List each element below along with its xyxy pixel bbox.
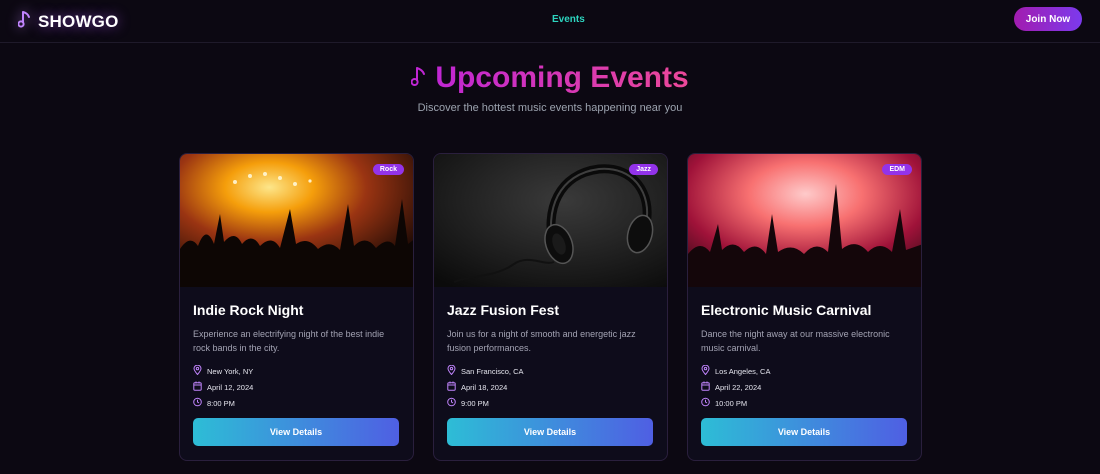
event-image: Rock [180, 154, 413, 287]
event-description: Join us for a night of smooth and energe… [447, 329, 636, 353]
date-text: April 18, 2024 [461, 382, 508, 392]
calendar-icon [701, 381, 710, 393]
location-text: New York, NY [207, 366, 254, 376]
event-description: Dance the night away at our massive elec… [701, 329, 890, 353]
event-location: Los Angeles, CA [701, 363, 908, 379]
nav-link-events[interactable]: Events [552, 14, 585, 25]
clock-icon [701, 397, 710, 409]
join-now-button[interactable]: Join Now [1014, 7, 1082, 31]
event-date: April 18, 2024 [447, 379, 654, 395]
location-pin-icon [193, 364, 202, 377]
location-text: San Francisco, CA [461, 366, 524, 376]
clock-icon [193, 397, 202, 409]
date-text: April 12, 2024 [207, 382, 254, 392]
event-date: April 22, 2024 [701, 379, 908, 395]
event-date: April 12, 2024 [193, 379, 400, 395]
time-text: 8:00 PM [207, 398, 235, 408]
event-title: Indie Rock Night [193, 302, 304, 318]
view-details-button[interactable]: View Details [193, 418, 399, 446]
view-details-button[interactable]: View Details [447, 418, 653, 446]
time-text: 9:00 PM [461, 398, 489, 408]
location-pin-icon [701, 364, 710, 377]
page-title: Upcoming Events [0, 60, 1100, 96]
navbar: SHOWGO Events Join Now [0, 0, 1100, 43]
event-location: San Francisco, CA [447, 363, 654, 379]
event-image: EDM [688, 154, 921, 287]
music-note-icon [17, 10, 32, 33]
view-details-button[interactable]: View Details [701, 418, 907, 446]
event-description: Experience an electrifying night of the … [193, 329, 385, 353]
time-text: 10:00 PM [715, 398, 748, 408]
event-card: Rock Indie Rock Night Experience an elec… [179, 153, 414, 461]
event-image: Jazz [434, 154, 667, 287]
location-pin-icon [447, 364, 456, 377]
calendar-icon [193, 381, 202, 393]
genre-badge: EDM [882, 164, 912, 175]
genre-badge: Jazz [629, 164, 658, 175]
event-time: 9:00 PM [447, 395, 654, 411]
location-text: Los Angeles, CA [715, 366, 771, 376]
event-card: Jazz Jazz Fusion Fest Join us for a nigh… [433, 153, 668, 461]
event-title: Jazz Fusion Fest [447, 302, 560, 318]
event-location: New York, NY [193, 363, 400, 379]
event-time: 8:00 PM [193, 395, 400, 411]
page-heading: Upcoming Events [435, 61, 689, 94]
brand-name: SHOWGO [38, 11, 119, 31]
event-card: EDM Electronic Music Carnival Dance the … [687, 153, 922, 461]
clock-icon [447, 397, 456, 409]
calendar-icon [447, 381, 456, 393]
music-note-icon [410, 65, 427, 92]
genre-badge: Rock [372, 164, 404, 175]
brand-logo[interactable]: SHOWGO [17, 10, 119, 33]
event-time: 10:00 PM [701, 395, 908, 411]
date-text: April 22, 2024 [715, 382, 762, 392]
page-subtitle: Discover the hottest music events happen… [417, 102, 683, 114]
event-title: Electronic Music Carnival [701, 302, 872, 318]
